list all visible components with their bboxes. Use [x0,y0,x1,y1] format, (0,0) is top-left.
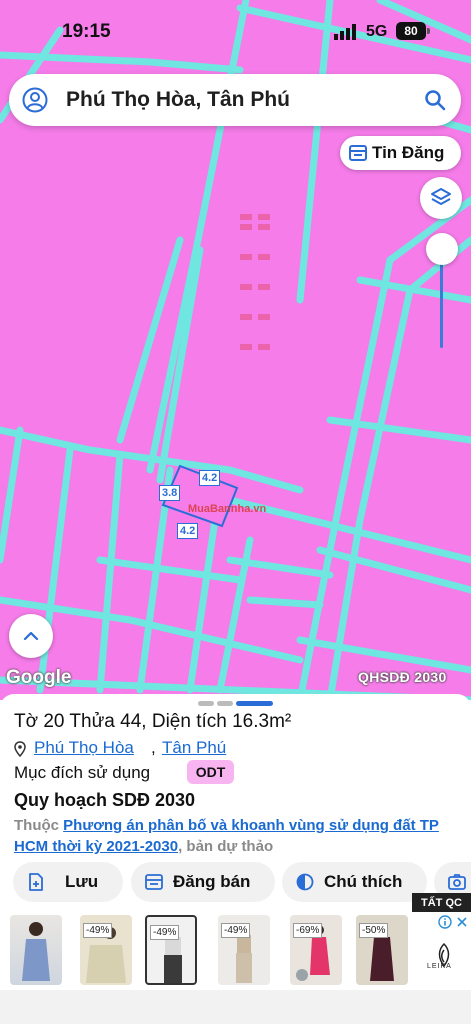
listing-icon [349,145,367,161]
ad-banner[interactable]: -49% -49% -49% -69% -50% [0,912,471,990]
expand-sheet-button[interactable] [9,614,53,658]
bottom-safe-area [0,990,471,1024]
search-bar[interactable]: Phú Thọ Hòa, Tân Phú [9,74,461,126]
ad-info-icon[interactable] [438,915,452,929]
sheet-handle-active[interactable] [236,701,273,706]
ad-product-2[interactable]: -49% [80,915,132,985]
discount-badge: -49% [221,923,251,938]
listing-icon [145,874,163,890]
ad-product-3[interactable]: -49% [145,915,197,985]
chevron-up-icon [23,631,39,641]
parcel-title: Tờ 20 Thửa 44, Diện tích 16.3m² [14,711,292,732]
layers-icon [431,188,451,205]
hide-ads-button[interactable]: TẤT QC [412,893,471,913]
sheet-handle-left[interactable] [198,701,214,706]
ad-product-5[interactable]: -69% [290,915,342,985]
google-logo: Google [6,667,72,688]
map-view[interactable]: 4.2 3.8 4.2 MuaBannha.vn 19:15 5G 80 Phú… [0,0,471,700]
listings-label: Tin Đăng [372,143,445,162]
status-time: 19:15 [62,21,111,42]
legend-button[interactable]: Chú thích [282,862,427,902]
post-sale-button[interactable]: Đăng bán [131,862,275,902]
status-bar: 19:15 5G 80 [0,0,471,62]
listings-button[interactable]: Tin Đăng [340,136,461,170]
post-sale-label: Đăng bán [173,872,251,891]
address-separator: , [151,738,156,757]
user-icon[interactable] [22,87,48,113]
ad-product-4[interactable]: -49% [218,915,270,985]
plan-prefix: Thuộc [14,817,59,834]
legend-label: Chú thích [324,872,403,891]
land-use-badge: ODT [187,760,234,784]
plan-title: Quy hoạch SDĐ 2030 [14,790,196,810]
watermark: MuaBannha.vn [188,503,267,515]
ad-product-1[interactable] [10,915,62,985]
search-icon[interactable] [423,88,447,112]
ad-close-icon[interactable] [456,916,468,928]
district-link[interactable]: Tân Phú [162,738,226,758]
discount-badge: -69% [293,923,323,938]
signal-icon [334,24,356,40]
brand-name: LEIKA [427,963,452,970]
map-layer-code: QHSDĐ 2030 [358,669,447,685]
discount-badge: -50% [359,923,389,938]
discount-badge: -49% [83,923,113,938]
save-label: Lưu [65,872,99,891]
parcel-dimension-top: 4.2 [199,470,221,486]
contrast-icon [296,873,314,891]
save-button[interactable]: Lưu [13,862,123,902]
ward-link[interactable]: Phú Thọ Hòa [34,738,134,758]
search-input[interactable]: Phú Thọ Hòa, Tân Phú [66,88,290,112]
add-photo-icon [448,874,466,890]
plan-description: Thuộc Phương án phân bố và khoanh vùng s… [14,815,459,857]
add-file-icon [29,873,43,891]
brand-watermark-pattern [240,214,270,350]
location-pin-icon [14,741,26,757]
sheet-handle-mid[interactable] [217,701,233,706]
parcel-dimension-left: 3.8 [159,485,181,501]
network-type: 5G [366,23,388,40]
plan-suffix: , bản dự thảo [178,838,274,855]
layers-button[interactable] [420,177,462,219]
product-image [22,922,50,981]
land-use-label: Mục đích sử dụng [14,763,151,782]
battery-icon: 80 [396,22,426,40]
discount-badge: -49% [150,925,180,940]
ad-product-6[interactable]: -50% [356,915,408,985]
opacity-slider-handle[interactable] [426,233,458,265]
battery-tip [427,28,430,34]
